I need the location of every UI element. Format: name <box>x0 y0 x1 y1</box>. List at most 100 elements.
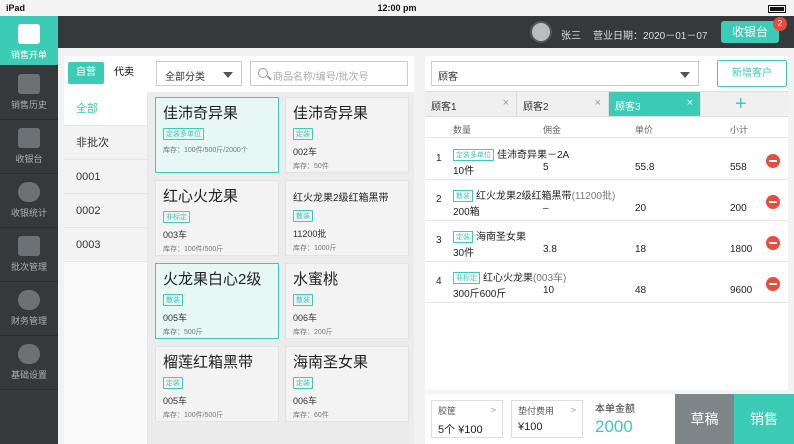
business-date: 营业日期：2020－01－07 <box>593 31 708 42</box>
sidebar-item-cashier[interactable]: 收银台 <box>0 120 58 174</box>
sidebar-item-label: 收银统计 <box>10 208 47 218</box>
row-number: 4 <box>436 276 442 287</box>
tab-customer-1[interactable]: 顾客1 × <box>425 92 517 116</box>
close-icon[interactable]: × <box>595 97 601 109</box>
product-tag: 散装 <box>293 210 313 222</box>
product-name: 红火龙果2级红箱黑带 <box>293 193 389 204</box>
row-quantity: 30件 <box>453 248 475 259</box>
product-card[interactable]: 榴莲红箱黑带 定装 005车 库存：100件/500斤 <box>155 346 279 422</box>
order-row[interactable]: 2 散装 红火龙果2级红箱黑带(11200批) 200箱 – 20 200 <box>425 181 788 221</box>
product-code: 002车 <box>293 147 318 157</box>
tab-label: 顾客2 <box>523 102 549 113</box>
order-amount: 本单金额 2000 <box>595 400 635 437</box>
sidebar-item-sales-history[interactable]: 销售历史 <box>0 66 58 120</box>
column-header: 单价 <box>635 125 654 135</box>
row-subtotal: 9600 <box>730 285 753 296</box>
add-tab-icon[interactable]: + <box>735 93 747 115</box>
draft-button[interactable]: 草稿 <box>675 394 734 444</box>
remove-icon[interactable] <box>766 195 780 209</box>
product-stock: 库存：60件 <box>293 412 329 419</box>
cashier-badge: 2 <box>773 17 787 31</box>
remove-icon[interactable] <box>766 277 780 291</box>
gear-icon <box>18 344 40 364</box>
column-header: 佣金 <box>543 125 562 135</box>
tab-self-operated[interactable]: 自营 <box>68 62 104 84</box>
product-tag: 非标定 <box>163 211 190 223</box>
product-code: 11200批 <box>293 229 327 239</box>
product-tabs: 自营 代卖 <box>64 56 148 92</box>
add-customer-button[interactable]: 新增客户 <box>717 60 787 87</box>
sidebar-item-finance[interactable]: 财务管理 <box>0 282 58 336</box>
order-row[interactable]: 3 定装 海南圣女果 30件 3.8 18 1800 <box>425 222 788 262</box>
baskets-label: 胶筐 <box>438 406 457 416</box>
product-card[interactable]: 红火龙果2级红箱黑带 散装 11200批 库存：1000斤 <box>285 180 409 256</box>
close-icon[interactable]: × <box>503 97 509 109</box>
advance-fee-field[interactable]: 垫付费用 > ¥100 <box>511 400 583 438</box>
product-code: 005车 <box>163 313 188 323</box>
product-pane: 自营 代卖 全部分类 商品名称/编号/批次号 全部 非批次 0001 0002 … <box>64 56 414 444</box>
tab-label: 顾客1 <box>431 102 457 113</box>
user-name: 张三 <box>561 31 581 42</box>
status-bar: iPad 12:00 pm <box>0 0 794 16</box>
sidebar-item-settings[interactable]: 基础设置 <box>0 336 58 390</box>
remove-icon[interactable] <box>766 154 780 168</box>
product-card[interactable]: 佳沛奇异果 定装多单位 库存：100件/500斤/2000个 <box>155 97 279 173</box>
cashier-button[interactable]: 收银台 <box>721 21 779 43</box>
baskets-field[interactable]: 胶筐 > 5个 ¥100 <box>431 400 503 438</box>
tab-consignment[interactable]: 代卖 <box>106 62 142 84</box>
category-select[interactable]: 全部分类 <box>156 61 242 86</box>
batch-item[interactable]: 0003 <box>64 228 147 262</box>
product-name: 榴莲红箱黑带 <box>163 354 254 371</box>
order-amount-label: 本单金额 <box>595 404 635 415</box>
product-card[interactable]: 海南圣女果 定装 006车 库存：60件 <box>285 346 409 422</box>
main-area: 自营 代卖 全部分类 商品名称/编号/批次号 全部 非批次 0001 0002 … <box>58 48 794 444</box>
row-product-name: 红心火龙果 <box>483 273 533 284</box>
row-product-sub: (003车) <box>533 273 567 284</box>
product-card[interactable]: 火龙果白心2级 散装 005车 库存：500斤 <box>155 263 279 339</box>
row-commission: 10 <box>543 285 555 296</box>
sidebar-item-label: 财务管理 <box>10 316 47 326</box>
batch-item[interactable]: 0001 <box>64 160 147 194</box>
tab-customer-3[interactable]: 顾客3 × <box>609 92 701 116</box>
remove-icon[interactable] <box>766 236 780 250</box>
row-quantity: 300斤600斤 <box>453 289 507 300</box>
advance-fee-label: 垫付费用 <box>518 406 555 416</box>
product-tag: 散装 <box>293 294 313 306</box>
row-price: 20 <box>635 203 647 214</box>
sidebar-item-batch-management[interactable]: 批次管理 <box>0 228 58 282</box>
column-header: 小计 <box>730 125 749 135</box>
customer-select[interactable]: 顾客 <box>431 61 699 86</box>
product-name: 佳沛奇异果 <box>293 105 369 122</box>
batch-item[interactable]: 非批次 <box>64 126 147 160</box>
order-row[interactable]: 4 非标定 红心火龙果(003车) 300斤600斤 10 48 9600 <box>425 263 788 303</box>
category-select-value: 全部分类 <box>165 72 205 83</box>
chevron-right-icon: > <box>570 405 576 415</box>
row-product-name: 佳沛奇异果－2A <box>497 150 570 161</box>
product-name: 火龙果白心2级 <box>163 271 262 288</box>
product-name: 红心火龙果 <box>163 188 239 205</box>
product-search-input[interactable]: 商品名称/编号/批次号 <box>250 61 408 86</box>
baskets-value: 5个 ¥100 <box>438 424 483 436</box>
clock: 12:00 pm <box>377 3 417 13</box>
tab-customer-2[interactable]: 顾客2 × <box>517 92 609 116</box>
avatar[interactable] <box>530 21 552 43</box>
batch-item[interactable]: 0002 <box>64 194 147 228</box>
close-icon[interactable]: × <box>687 97 693 109</box>
product-tag: 定装 <box>293 377 313 389</box>
product-code: 006车 <box>293 396 318 406</box>
sidebar-item-label: 销售历史 <box>10 100 47 110</box>
sidebar-item-cash-stats[interactable]: 收银统计 <box>0 174 58 228</box>
sell-button[interactable]: 销售 <box>734 394 794 444</box>
order-row[interactable]: 1 定装多单位 佳沛奇异果－2A 10件 5 55.8 558 <box>425 140 788 180</box>
column-header: 数量 <box>453 125 472 135</box>
batch-item[interactable]: 全部 <box>64 92 147 126</box>
sidebar-item-sales-order[interactable]: 销售开单 <box>0 16 58 66</box>
row-tag: 散装 <box>453 190 473 202</box>
row-price: 55.8 <box>635 162 655 173</box>
product-card[interactable]: 佳沛奇异果 定装 002车 库存：50件 <box>285 97 409 173</box>
sidebar-item-label: 收银台 <box>15 154 43 164</box>
product-name: 海南圣女果 <box>293 354 369 371</box>
product-card[interactable]: 红心火龙果 非标定 003车 库存：100件/500斤 <box>155 180 279 256</box>
order-pane: 顾客 新增客户 顾客1 × 顾客2 × 顾客3 × + 数量 佣金 单价 小计 1 定… <box>425 56 788 390</box>
product-card[interactable]: 水蜜桃 散装 006车 库存：200斤 <box>285 263 409 339</box>
